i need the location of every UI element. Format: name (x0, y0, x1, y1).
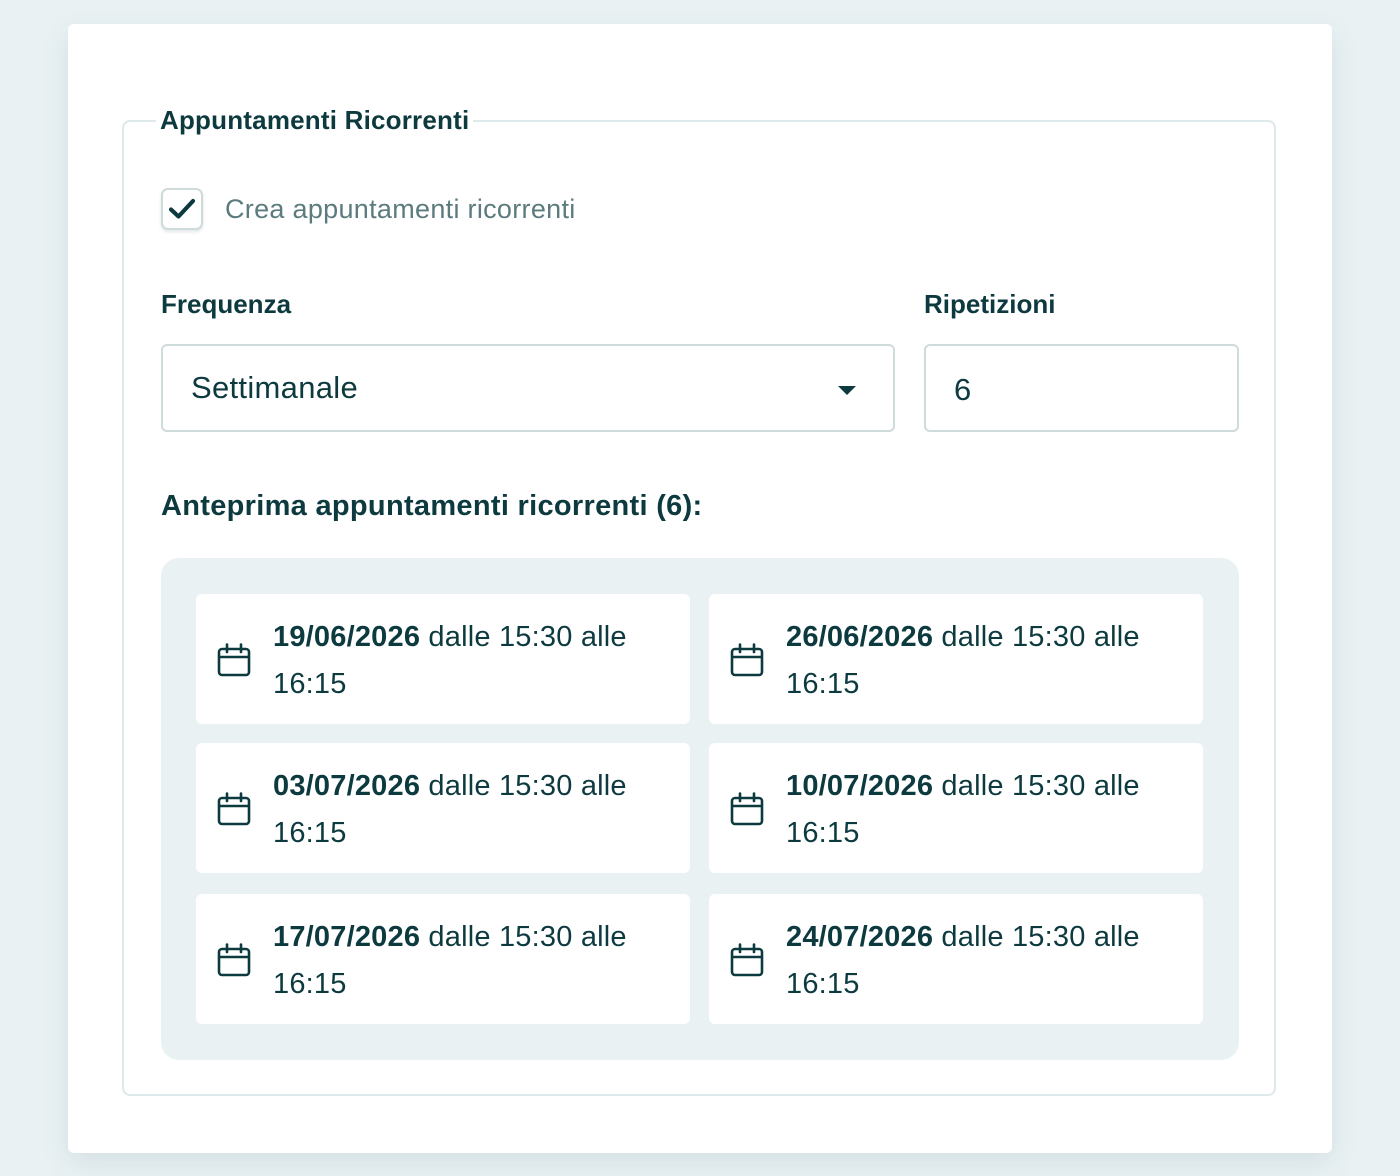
appointment-start-time: 15:30 (1011, 770, 1086, 802)
appointment-to-prefix: alle (580, 770, 627, 802)
appointment-item: 17/07/2026 dalle 15:30 alle 16:15 (196, 894, 690, 1024)
appointment-text: 17/07/2026 dalle 15:30 alle 16:15 (273, 914, 673, 1008)
recurring-checkbox-row[interactable]: Crea appuntamenti ricorrenti (161, 188, 576, 230)
repetitions-label: Ripetizioni (924, 289, 1056, 319)
appointment-to-prefix: alle (1093, 921, 1140, 953)
appointment-text: 03/07/2026 dalle 15:30 alle 16:15 (273, 763, 673, 857)
recurring-checkbox[interactable] (161, 188, 203, 230)
appointment-date: 19/06/2026 (273, 621, 421, 653)
chevron-down-icon (838, 386, 856, 395)
appointment-item: 10/07/2026 dalle 15:30 alle 16:15 (709, 743, 1203, 873)
calendar-icon (217, 792, 251, 826)
appointment-to-prefix: alle (1093, 621, 1140, 653)
appointment-item: 26/06/2026 dalle 15:30 alle 16:15 (709, 594, 1203, 724)
appointment-from-prefix: dalle (941, 921, 1004, 953)
calendar-icon (730, 943, 764, 977)
check-icon (168, 198, 196, 219)
frequency-select-value: Settimanale (191, 370, 359, 405)
appointment-to-prefix: alle (580, 921, 627, 953)
appointment-text: 24/07/2026 dalle 15:30 alle 16:15 (786, 914, 1186, 1008)
recurring-legend: Appuntamenti Ricorrenti (156, 102, 474, 138)
appointment-start-time: 15:30 (498, 621, 573, 653)
preview-title: Anteprima appuntamenti ricorrenti (6): (161, 490, 703, 522)
appointment-start-time: 15:30 (1011, 621, 1086, 653)
calendar-icon (730, 643, 764, 677)
repetitions-input[interactable]: 6 (924, 344, 1239, 432)
appointment-item: 03/07/2026 dalle 15:30 alle 16:15 (196, 743, 690, 873)
appointment-date: 10/07/2026 (786, 770, 934, 802)
appointment-start-time: 15:30 (498, 921, 573, 953)
frequency-label: Frequenza (161, 289, 292, 319)
appointment-end-time: 16:15 (786, 968, 860, 1000)
appointment-item: 24/07/2026 dalle 15:30 alle 16:15 (709, 894, 1203, 1024)
recurring-checkbox-label[interactable]: Crea appuntamenti ricorrenti (225, 194, 576, 225)
repetitions-input-value: 6 (954, 372, 972, 407)
appointment-from-prefix: dalle (428, 921, 491, 953)
appointment-text: 26/06/2026 dalle 15:30 alle 16:15 (786, 614, 1186, 708)
appointment-from-prefix: dalle (428, 621, 491, 653)
appointment-end-time: 16:15 (273, 668, 347, 700)
appointment-from-prefix: dalle (941, 770, 1004, 802)
appointment-from-prefix: dalle (428, 770, 491, 802)
appointment-to-prefix: alle (1093, 770, 1140, 802)
appointment-to-prefix: alle (580, 621, 627, 653)
appointment-end-time: 16:15 (273, 817, 347, 849)
appointment-date: 24/07/2026 (786, 921, 934, 953)
appointment-start-time: 15:30 (1011, 921, 1086, 953)
appointment-date: 17/07/2026 (273, 921, 421, 953)
calendar-icon (730, 792, 764, 826)
appointment-end-time: 16:15 (786, 817, 860, 849)
appointment-from-prefix: dalle (941, 621, 1004, 653)
appointment-end-time: 16:15 (786, 668, 860, 700)
appointment-date: 26/06/2026 (786, 621, 934, 653)
appointment-date: 03/07/2026 (273, 770, 421, 802)
appointment-end-time: 16:15 (273, 968, 347, 1000)
appointment-text: 19/06/2026 dalle 15:30 alle 16:15 (273, 614, 673, 708)
appointment-item: 19/06/2026 dalle 15:30 alle 16:15 (196, 594, 690, 724)
calendar-icon (217, 643, 251, 677)
calendar-icon (217, 943, 251, 977)
appointment-start-time: 15:30 (498, 770, 573, 802)
appointment-text: 10/07/2026 dalle 15:30 alle 16:15 (786, 763, 1186, 857)
frequency-select[interactable]: Settimanale (161, 344, 895, 432)
